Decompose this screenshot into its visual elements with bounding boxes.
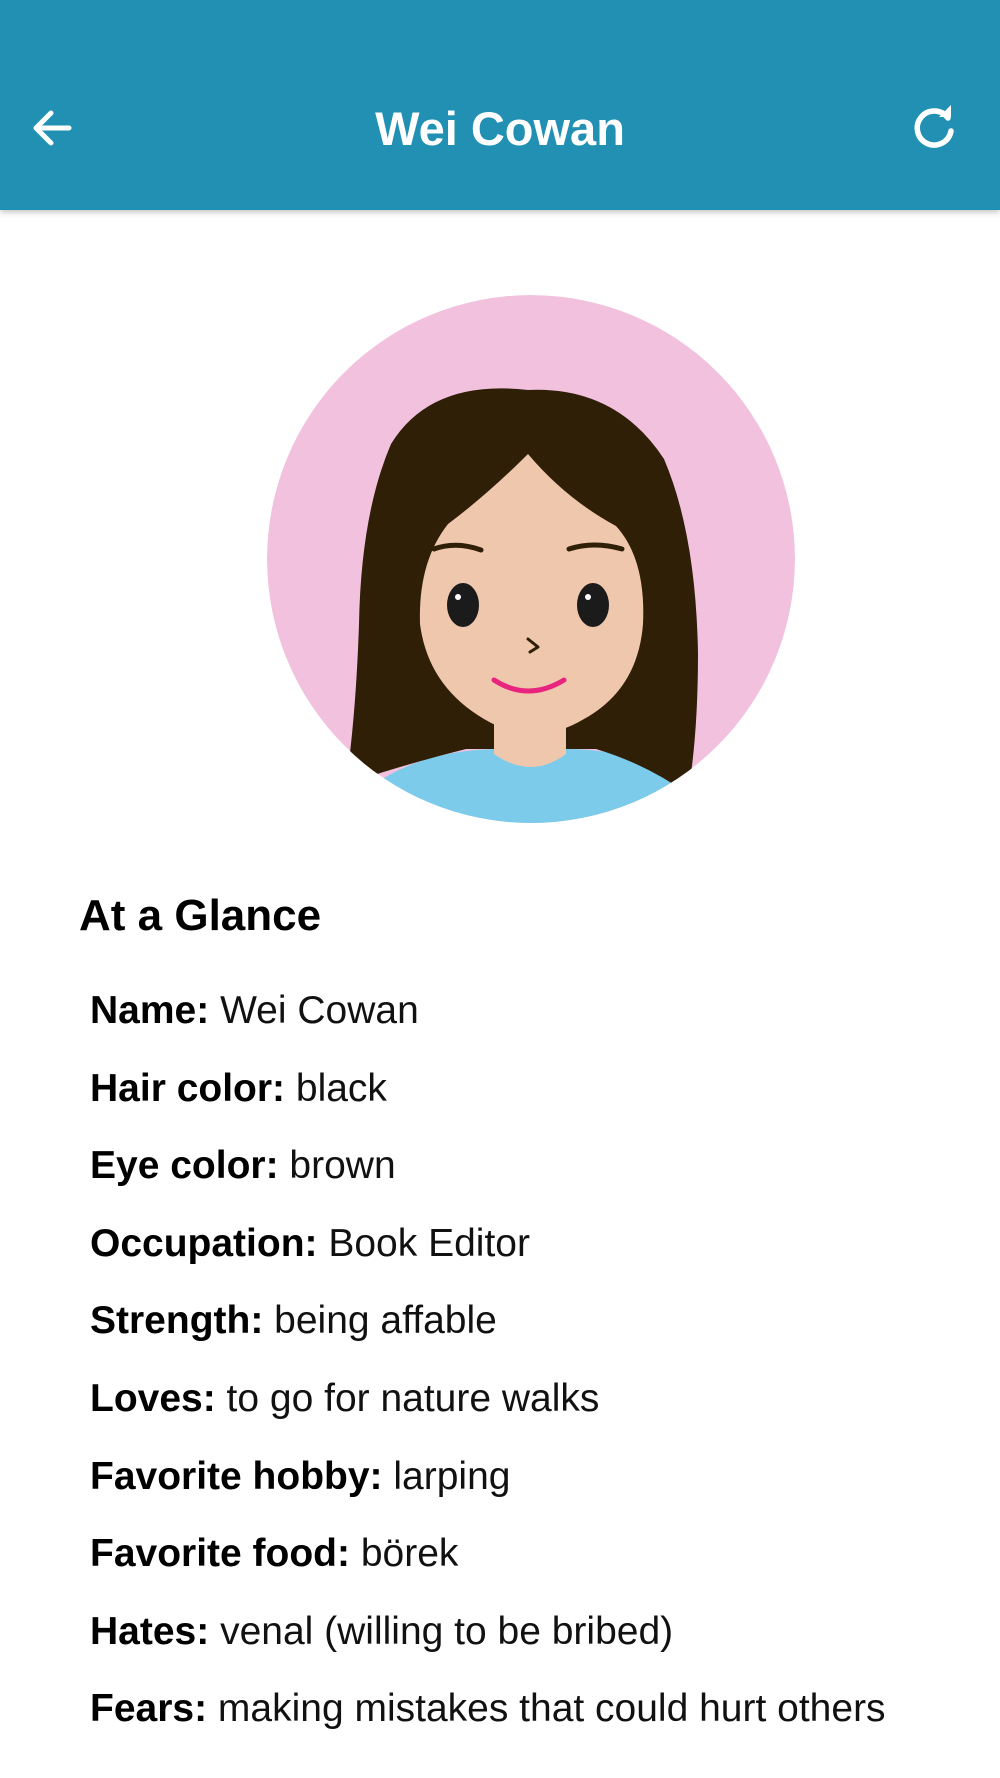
fact-fears: Fears: making mistakes that could hurt o… [90,1682,995,1735]
profile-avatar [267,295,795,823]
avatar-left-eye [447,583,479,627]
fact-label: Name: [90,989,210,1032]
fact-label: Strength: [90,1299,264,1343]
fact-value: börek [360,1532,459,1576]
fact-value: making mistakes that could hurt others [217,1687,886,1731]
avatar-right-eye [577,583,609,627]
section-heading-at-a-glance: At a Glance [79,891,322,940]
arrow-left-icon [33,110,72,146]
fact-value: black [295,1066,387,1110]
fact-value: venal (willing to be bribed) [220,1609,674,1653]
avatar-left-eye-shine [455,594,461,600]
avatar-right-eye-shine [585,594,591,600]
fact-hates: Hates: venal (willing to be bribed) [90,1605,995,1658]
back-button[interactable] [22,98,82,158]
refresh-button[interactable] [904,98,964,158]
fact-value: being affable [274,1299,497,1343]
fact-label: Fears: [90,1687,208,1731]
fact-hair-color: Hair color: black [90,1062,995,1115]
app-header: Wei Cowan [0,0,1000,210]
glance-list: Name: Wei Cowan Hair color: black Eye co… [90,984,995,1760]
fact-loves: Loves: to go for nature walks [90,1372,995,1425]
fact-label: Favorite food: [90,1532,350,1576]
fact-value: Wei Cowan [220,989,419,1032]
fact-value: to go for nature walks [226,1376,600,1420]
fact-label: Eye color: [90,1144,279,1188]
fact-occupation: Occupation: Book Editor [90,1217,995,1270]
fact-label: Hates: [90,1609,210,1653]
fact-favorite-food: Favorite food: börek [90,1527,995,1580]
page-title: Wei Cowan [375,102,625,155]
fact-label: Hair color: [90,1066,286,1110]
fact-strength: Strength: being affable [90,1294,995,1347]
fact-eye-color: Eye color: brown [90,1139,995,1192]
fact-value: larping [393,1454,511,1498]
fact-label: Occupation: [90,1221,318,1265]
fact-favorite-hobby: Favorite hobby: larping [90,1450,995,1503]
fact-label: Favorite hobby: [90,1454,383,1498]
fact-value: brown [289,1144,396,1188]
fact-name: Name: Wei Cowan [90,984,995,1037]
refresh-icon [914,105,954,148]
fact-value: Book Editor [328,1221,530,1265]
fact-label: Loves: [90,1376,216,1420]
